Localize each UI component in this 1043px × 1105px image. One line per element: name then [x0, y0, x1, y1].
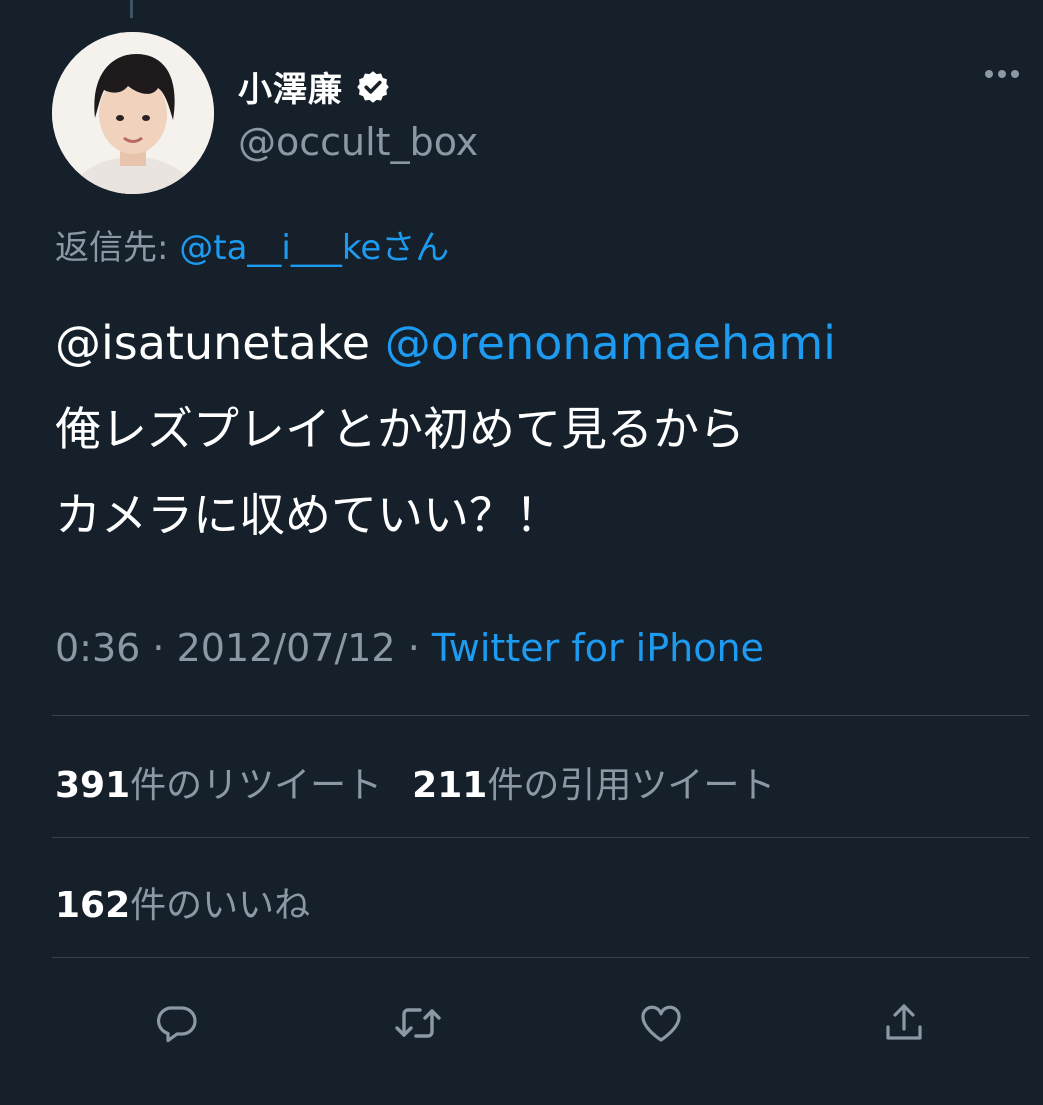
quotes-label: 件の引用ツイート: [487, 765, 776, 806]
retweets-label: 件のリツイート: [130, 765, 383, 806]
retweets-count: 391: [55, 765, 131, 806]
tweet-meta: 0:36 · 2012/07/12 · Twitter for iPhone: [55, 626, 764, 670]
tweet-date[interactable]: 2012/07/12: [177, 626, 396, 670]
more-options-icon[interactable]: [985, 70, 1019, 78]
tweet-body: @isatunetake @orenonamaehami 俺レズプレイとか初めて…: [55, 300, 1015, 558]
retweet-button[interactable]: [390, 995, 446, 1051]
like-button[interactable]: [633, 995, 689, 1051]
author-name-row: 小澤廉: [238, 62, 391, 111]
likes-label: 件のいいね: [130, 885, 311, 926]
reply-to-prefix: 返信先:: [55, 228, 180, 268]
retweet-icon: [395, 1008, 441, 1038]
divider: [52, 715, 1029, 716]
share-button[interactable]: [876, 995, 932, 1051]
retweet-quote-stats: 391件のリツイート 211件の引用ツイート: [55, 756, 775, 808]
meta-separator: ·: [395, 626, 432, 670]
author-display-name[interactable]: 小澤廉: [238, 62, 343, 111]
avatar-photo: [52, 32, 214, 194]
tweet-line-3: カメラに収めていい？！: [55, 488, 561, 542]
likes-stat[interactable]: 162件のいいね: [55, 876, 310, 928]
reply-to-suffix: さん: [381, 228, 450, 268]
reply-to-user-link[interactable]: @ta__i___ke: [179, 228, 381, 268]
reply-button[interactable]: [148, 995, 204, 1051]
tweet-time[interactable]: 0:36: [55, 626, 140, 670]
verified-badge-icon: [355, 69, 391, 105]
share-icon: [886, 1004, 922, 1040]
like-icon: [641, 1005, 681, 1042]
quotes-count: 211: [412, 765, 488, 806]
quotes-stat[interactable]: 211件の引用ツイート: [412, 756, 775, 808]
divider: [52, 837, 1029, 838]
mention-link[interactable]: @orenonamaehami: [385, 316, 836, 370]
thread-connector-line: [130, 0, 133, 18]
likes-count: 162: [55, 885, 131, 926]
tweet-line-2: 俺レズプレイとか初めて見るから: [55, 402, 745, 456]
author-handle[interactable]: @occult_box: [238, 120, 478, 164]
reply-to-line: 返信先: @ta__i___keさん: [55, 220, 449, 269]
tweet-line-1: @isatunetake @orenonamaehami: [55, 300, 1015, 386]
likes-stats: 162件のいいね: [55, 876, 310, 928]
mention-link[interactable]: @isatunetake: [55, 316, 370, 370]
divider: [52, 957, 1029, 958]
tweet-source-link[interactable]: Twitter for iPhone: [432, 626, 764, 670]
retweets-stat[interactable]: 391件のリツイート: [55, 756, 382, 808]
reply-icon: [157, 1006, 197, 1043]
meta-separator: ·: [140, 626, 177, 670]
avatar[interactable]: [52, 32, 214, 194]
